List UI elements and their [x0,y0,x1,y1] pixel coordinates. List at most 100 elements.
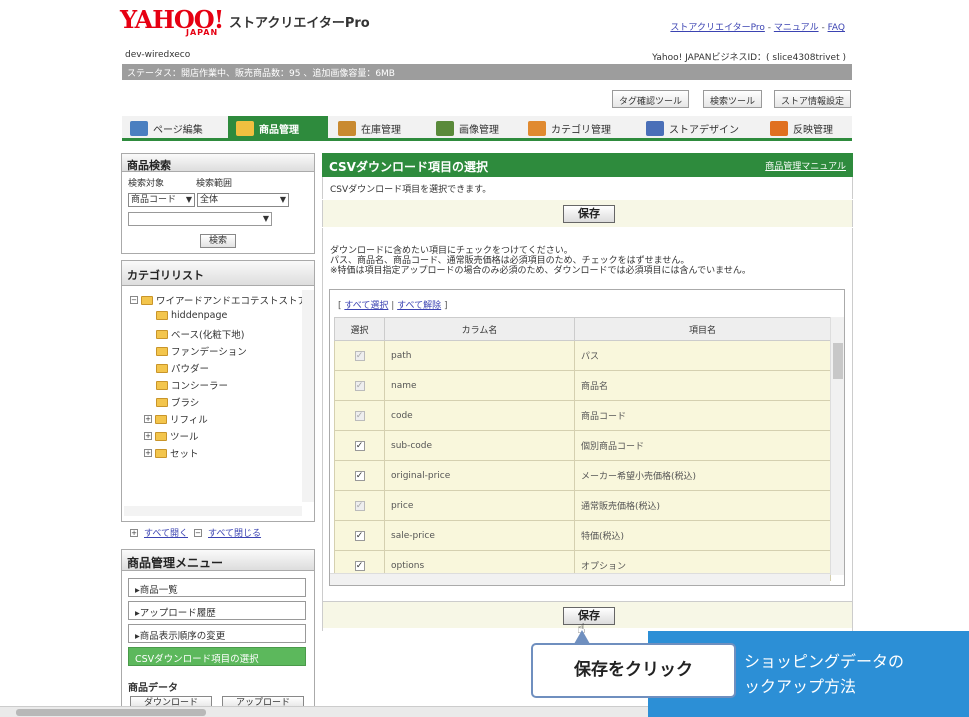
page-edit-icon [130,120,148,136]
intro-text: CSVダウンロード項目を選択できます。 [322,177,853,199]
folder-icon [155,431,167,441]
header-item-name: 項目名 [574,317,831,341]
folder-icon [156,363,168,373]
instruction-line: ※特価は項目指定アップロードの場合のみ必須のため、ダウンロードでは必須項目には含… [330,266,751,276]
collapse-icon[interactable]: − [130,296,138,304]
nav-page-edit[interactable]: ページ編集 [122,116,226,140]
top-links: ストアクリエイターPro - マニュアル - FAQ [670,23,845,33]
tree-item[interactable]: + ツール [144,429,199,443]
table-vscrollbar[interactable] [830,317,844,575]
nav-publish-management[interactable]: 反映管理 [762,116,852,140]
row-checkbox[interactable]: ✓ [354,440,365,451]
row-select-cell: ✓ [334,430,385,461]
row-select-cell: ✓ [334,400,385,431]
table-row: ✓ price 通常販売価格(税込) [334,490,831,521]
menu-upload-history[interactable]: ▸アップロード履歴 [128,601,306,620]
page-title-bar: CSVダウンロード項目の選択 商品管理マニュアル [322,153,853,177]
tree-item[interactable]: コンシーラー [156,378,228,392]
menu-display-order[interactable]: ▸商品表示順序の変更 [128,624,306,643]
table-hscrollbar[interactable] [330,573,830,585]
category-scrollbar[interactable] [302,290,314,502]
columns-table: 選択 カラム名 項目名 ✓ path パス ✓ name 商品名 ✓ code 商品コード ✓ su… [334,317,831,581]
callout-pointer [574,630,590,644]
expand-icon[interactable]: + [144,449,152,457]
row-select-cell: ✓ [334,370,385,401]
product-manual-link[interactable]: 商品管理マニュアル [765,159,846,172]
row-checkbox: ✓ [354,350,365,361]
row-checkbox[interactable]: ✓ [354,560,365,571]
app-title: ストアクリエイターPro [229,16,370,31]
row-column-name: code [384,400,575,431]
category-hscrollbar[interactable] [124,506,302,516]
nav-image-management[interactable]: 画像管理 [428,116,518,140]
select-all-link[interactable]: すべて選択 [344,301,388,311]
tree-item[interactable]: + セット [144,446,199,460]
row-item-name: メーカー希望小売価格(税込) [574,460,831,491]
nav-category-management[interactable]: カテゴリ管理 [520,116,632,140]
search-input[interactable] [128,212,272,226]
page-title: CSVダウンロード項目の選択 [329,160,488,174]
search-target-select[interactable]: 商品コード [128,193,195,207]
banner-line-2: ックアップ方法 [744,677,857,696]
expand-all-link[interactable]: すべて開く [144,526,188,539]
save-bar-bottom: 保存 [322,601,853,628]
category-tree-icon [528,120,546,136]
yahoo-logo: YAHOO! JAPAN [120,5,224,38]
column-selection-table: [ すべて選択 | すべて解除 ] 選択 カラム名 項目名 ✓ path パス ✓ na… [329,289,845,586]
nav-inventory[interactable]: 在庫管理 [330,116,426,140]
status-bar: ステータス：開店作業中、販売商品数：95 、追加画像容量：6MB [122,64,852,80]
tree-item[interactable]: ブラシ [156,395,199,409]
link-manual[interactable]: マニュアル [774,23,819,33]
banner-line-1: ショッピングデータの [744,652,905,671]
page-hscrollbar[interactable] [0,706,648,717]
tree-item[interactable]: ベース(化粧下地) [156,327,244,341]
folder-icon [156,380,168,390]
folder-icon [155,414,167,424]
tag-check-tool-button[interactable]: タグ確認ツール [612,90,690,108]
publish-icon [770,120,788,136]
tree-item[interactable]: パウダー [156,361,209,375]
expand-all-icon: + [130,528,138,537]
search-range-select[interactable]: 全体 [197,193,289,207]
expand-icon[interactable]: + [144,432,152,440]
menu-product-list[interactable]: ▸商品一覧 [128,578,306,597]
page-scroll-thumb[interactable] [16,709,206,716]
expand-icon[interactable]: + [144,415,152,423]
store-settings-button[interactable]: ストア情報設定 [774,90,852,108]
save-bar-top: 保存 [322,200,853,227]
row-item-name: 個別商品コード [574,430,831,461]
deselect-all-link[interactable]: すべて解除 [397,301,441,311]
row-checkbox[interactable]: ✓ [354,530,365,541]
link-faq[interactable]: FAQ [828,23,845,33]
row-select-cell: ✓ [334,520,385,551]
search-tool-button[interactable]: 検索ツール [703,90,763,108]
save-button-top[interactable]: 保存 [563,205,615,223]
main-nav: ページ編集 商品管理 在庫管理 画像管理 カテゴリ管理 ストアデザイン 反映管理 [122,116,852,141]
menu-csv-download-items[interactable]: CSVダウンロード項目の選択 [128,647,306,666]
tree-item-root[interactable]: − ワイアードアンドエコテストストア [130,293,307,307]
search-target-label: 検索対象 [128,179,165,189]
image-icon [436,120,454,136]
save-button-bottom[interactable]: 保存 [563,607,615,625]
search-button[interactable]: 検索 [200,234,236,248]
tree-item[interactable]: ファンデーション [156,344,247,358]
nav-product-management[interactable]: 商品管理 [228,116,328,140]
category-list-header: カテゴリリスト [121,260,315,286]
folder-icon [156,397,168,407]
nav-store-design[interactable]: ストアデザイン [638,116,746,140]
tree-item[interactable]: hiddenpage [156,310,227,321]
row-item-name: 特価(税込) [574,520,831,551]
row-checkbox[interactable]: ✓ [354,470,365,481]
link-store-creator[interactable]: ストアクリエイターPro [670,23,764,33]
folder-icon [156,311,168,320]
row-column-name: path [384,340,575,371]
row-checkbox: ✓ [354,500,365,511]
tree-controls: + すべて開く − すべて閉じる [130,526,261,539]
table-row: ✓ original-price メーカー希望小売価格(税込) [334,460,831,491]
tree-item[interactable]: + リフィル [144,412,208,426]
collapse-all-link[interactable]: すべて閉じる [208,526,261,539]
table-row: ✓ path パス [334,340,831,371]
scroll-thumb[interactable] [833,343,843,379]
header-select: 選択 [334,317,385,341]
table-row: ✓ name 商品名 [334,370,831,401]
